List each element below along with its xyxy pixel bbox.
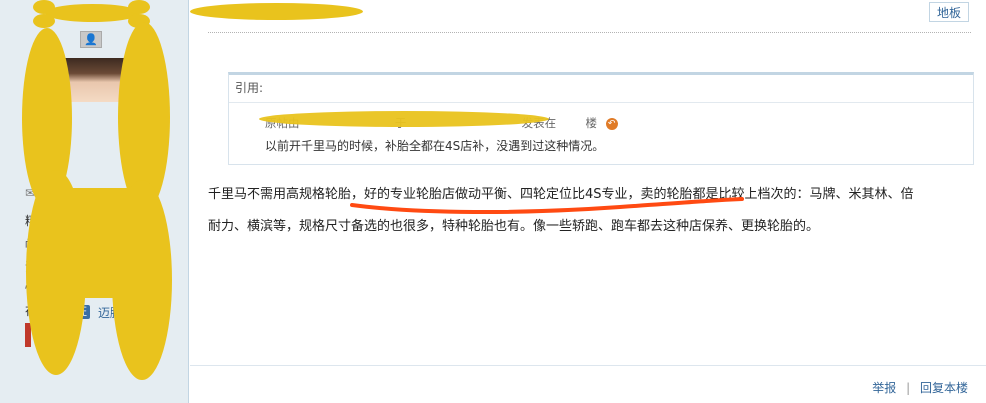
redaction-mark: [33, 14, 55, 28]
quote-block: 引用: 原帖由 于 发表在 楼 ↶ 以前开千里马的时候，补胎全都在4S店补，没遇…: [228, 72, 974, 165]
quote-text: 以前开千里马的时候，补胎全都在4S店补，没遇到过这种情况。: [265, 139, 605, 153]
avatar-placeholder-icon[interactable]: 👤: [80, 31, 102, 48]
report-link[interactable]: 举报: [872, 381, 896, 395]
redaction-mark: [45, 4, 140, 22]
quote-label: 引用:: [229, 75, 973, 103]
redaction-mark: [259, 111, 549, 127]
quote-meta-floor: 楼: [585, 116, 597, 130]
back-to-post-icon[interactable]: ↶: [605, 117, 618, 130]
redaction-mark: [52, 188, 142, 298]
divider: [190, 365, 986, 366]
action-separator: |: [906, 381, 911, 395]
floor-number-button[interactable]: 地板: [929, 2, 969, 22]
divider: [208, 32, 971, 33]
redaction-mark: [190, 3, 363, 20]
user-info-column: 👤 ✉ 精 帖 注 性 在 认证 迈腾: [0, 0, 189, 403]
redaction-mark: [128, 0, 150, 14]
redaction-mark: [33, 0, 55, 14]
post-body-line: 千里马不需用高规格轮胎，好的专业轮胎店做动平衡、四轮定位比4S专业，卖的轮胎都是…: [208, 187, 914, 202]
reply-floor-link[interactable]: 回复本楼: [920, 381, 968, 395]
post-body-line: 耐力、横滨等，规格尺寸备选的也很多，特种轮胎也有。像一些轿跑、跑车都去这种店保养…: [208, 219, 820, 234]
post-actions: 举报 | 回复本楼: [872, 379, 968, 396]
